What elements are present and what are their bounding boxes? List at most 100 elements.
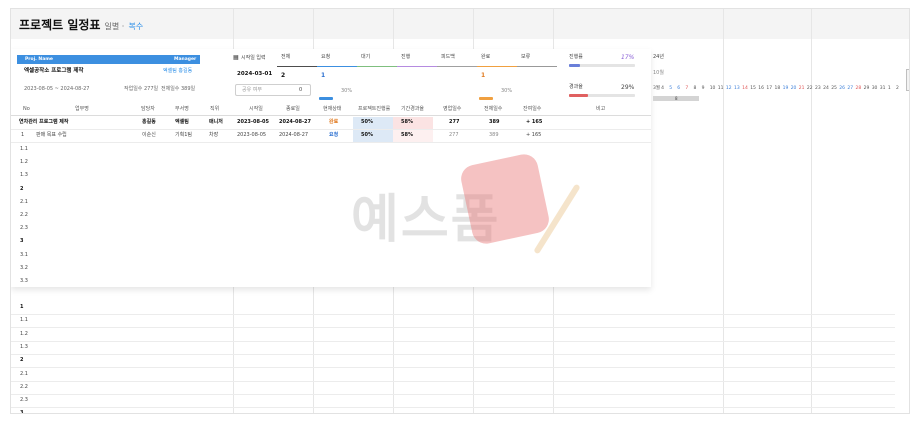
mode-toggle[interactable]: 복수 xyxy=(128,22,143,31)
outline-item[interactable]: 2 xyxy=(20,358,23,363)
watermark-stamp-icon xyxy=(458,151,552,247)
column-header-0: No xyxy=(23,106,30,112)
row-total: 389 xyxy=(489,119,500,125)
outline-item[interactable]: 1.2 xyxy=(20,160,28,165)
row-divider xyxy=(11,314,895,315)
header-divider xyxy=(11,115,651,116)
row-divider xyxy=(11,393,895,395)
outline-item[interactable]: 3 xyxy=(20,411,23,413)
start-date-value[interactable]: 2024-03-01 xyxy=(237,71,272,78)
column-header-13: 비고 xyxy=(596,106,606,112)
column-header-10: 영업일수 xyxy=(443,106,462,112)
column-header-2: 담당자 xyxy=(141,106,155,112)
month-label: 10월 xyxy=(653,70,664,76)
column-header-8: 프로젝트진행률 xyxy=(358,106,391,112)
status-percent-1: 30% xyxy=(341,88,353,94)
row-status[interactable]: 요청 xyxy=(329,133,338,138)
outline-item[interactable]: 2.2 xyxy=(20,384,28,390)
calendar-day: 28 xyxy=(855,86,862,91)
gantt-bar[interactable]: 8 xyxy=(653,96,699,101)
column-header-9: 기간경과율 xyxy=(401,106,425,112)
calendar-day: 3월 xyxy=(653,86,661,91)
elapsed-label: 경과율 xyxy=(569,84,583,90)
row-position: 매니저 xyxy=(209,119,223,125)
status-underline xyxy=(437,66,477,67)
calendar-day: 25 xyxy=(831,86,837,91)
total-days: 전체일수 389일 xyxy=(161,86,196,92)
status-header-0: 전체 xyxy=(281,54,291,60)
year-label: 24년 xyxy=(653,54,664,60)
row-elapsed: 58% xyxy=(401,132,413,138)
project-panel: Proj. Name Manager 엑셀공작소 프로그램 제작 엑셀팀 홍길동… xyxy=(11,49,651,287)
outline-item[interactable]: 2 xyxy=(20,186,23,192)
gantt-bar-label: 8 xyxy=(675,96,678,101)
column-header-4: 직위 xyxy=(210,106,220,112)
project-period: 2023-08-05 ~ 2024-08-27 xyxy=(24,86,90,92)
outline-item[interactable]: 2.3 xyxy=(20,398,28,403)
calendar-day: 12 xyxy=(725,86,732,91)
outline-item[interactable]: 1.1 xyxy=(20,318,28,323)
progress-fill xyxy=(569,64,581,67)
row-dept: 기획1팀 xyxy=(175,132,192,138)
title-text: 프로젝트 일정표 xyxy=(19,18,101,32)
calendar-day: 1 xyxy=(887,86,891,91)
column-header-7: 현재상태 xyxy=(323,106,342,112)
outline-item[interactable]: 1.1 xyxy=(20,147,28,152)
outline-item[interactable]: 1.3 xyxy=(20,173,28,178)
row-total: 389 xyxy=(489,132,499,138)
calendar-day: 26 xyxy=(839,86,846,91)
column-header-1: 업무명 xyxy=(75,106,89,112)
calendar-day: 23 xyxy=(815,86,821,91)
schedule-sheet: 프로젝트 일정표 일별 · 복수 Proj. Name Manager 엑셀공작소… xyxy=(10,8,910,414)
calendar-day: 17 xyxy=(766,86,773,91)
outline-item[interactable]: 2.3 xyxy=(20,226,28,231)
status-header-4: 피드백 xyxy=(441,54,455,60)
row-divider xyxy=(11,380,895,382)
row-dept: 엑셀팀 xyxy=(175,119,189,125)
row-owner: 홍길동 xyxy=(142,119,156,125)
row-remain: + 165 xyxy=(526,119,543,125)
outline-item[interactable]: 2.2 xyxy=(20,213,28,218)
outline-item[interactable]: 1.3 xyxy=(20,344,28,350)
calendar-day: 10 xyxy=(709,86,716,91)
row-task-name[interactable]: 판매 목표 수립 xyxy=(36,133,67,138)
calendar-day: 24 xyxy=(823,86,829,91)
row-divider xyxy=(11,340,895,342)
column-header-6: 종료일 xyxy=(286,106,300,112)
outline-item[interactable]: 3 xyxy=(20,239,23,244)
outline-item[interactable]: 2.1 xyxy=(20,371,28,377)
calendar-day: 31 xyxy=(879,86,886,91)
calendar-day: 21 xyxy=(798,86,805,91)
outline-item[interactable]: 3.3 xyxy=(20,279,28,284)
vertical-scrollbar[interactable] xyxy=(905,69,909,413)
row-remain: + 165 xyxy=(526,132,542,138)
elapsed-value: 29% xyxy=(621,84,635,91)
start-input-label: 시작일 입력 xyxy=(241,55,266,61)
status-underline xyxy=(277,66,317,67)
row-progress: 50% xyxy=(361,119,373,125)
outline-item[interactable]: 1 xyxy=(20,305,23,310)
row-divider xyxy=(11,407,895,409)
row-start: 2023-08-05 xyxy=(237,119,269,125)
status-count-0: 2 xyxy=(281,72,286,79)
row-task-name[interactable]: 연차관리 프로그램 제작 xyxy=(19,120,68,125)
column-header-12: 잔여일수 xyxy=(523,106,542,112)
calendar-icon: ▦ xyxy=(233,54,239,61)
calendar-day: 13 xyxy=(734,86,740,91)
status-underline xyxy=(517,66,557,67)
holiday-input[interactable]: 공유 여부 0 xyxy=(235,84,311,96)
column-header-3: 부서명 xyxy=(175,106,189,112)
outline-item[interactable]: 2.1 xyxy=(20,199,28,205)
row-status[interactable]: 완료 xyxy=(329,120,338,125)
outline-item[interactable]: 1.2 xyxy=(20,331,28,337)
calendar-day: 2 xyxy=(896,86,899,91)
work-days: 작업일수 277일 xyxy=(124,86,159,92)
row-divider xyxy=(11,327,895,329)
calendar-day: 29 xyxy=(863,86,870,91)
calendar-day: 30 xyxy=(871,86,878,91)
row-divider xyxy=(11,367,895,369)
scrollbar-thumb[interactable] xyxy=(906,69,909,91)
status-header-3: 진행 xyxy=(401,54,411,60)
outline-item[interactable]: 3.1 xyxy=(20,252,28,258)
outline-item[interactable]: 3.2 xyxy=(20,265,28,271)
